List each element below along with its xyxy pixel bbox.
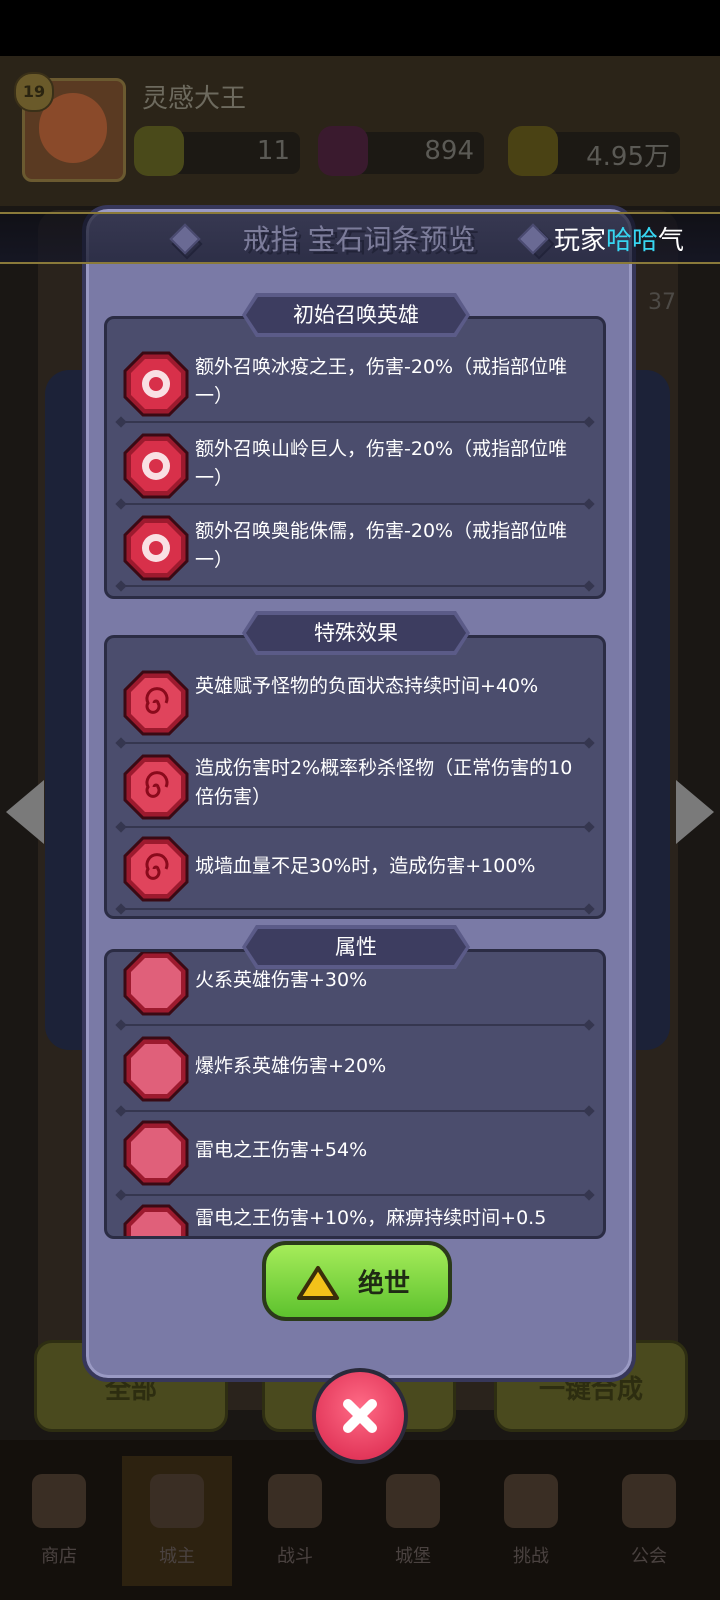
warning-triangle-icon <box>297 1266 339 1300</box>
section-attributes: 火系英雄伤害+30% 爆炸系英雄伤害+20% 雷电之王伤害+54% 雷电之王伤害… <box>104 949 606 1239</box>
nav-label: 战斗 <box>277 1546 313 1567</box>
section-title: 初始召唤英雄 <box>293 303 419 327</box>
nav-label: 公会 <box>631 1546 667 1567</box>
prev-arrow-icon[interactable] <box>6 780 44 844</box>
spiral-gem-icon <box>123 836 189 902</box>
item-text: 爆炸系英雄伤害+20% <box>195 1055 387 1077</box>
banner-highlight: 哈哈 <box>605 226 658 256</box>
modal-title-overlay: 戒指 宝石词条预览 <box>169 212 549 262</box>
list-item: 雷电之王伤害+54% <box>107 1112 603 1196</box>
resource-value: 4.95万 <box>586 142 670 172</box>
list-item: 雷电之王伤害+10%，麻痹持续时间+0.5 <box>107 1196 603 1236</box>
next-arrow-icon[interactable] <box>676 780 714 844</box>
level-badge: 19 <box>14 72 54 112</box>
castle-icon <box>386 1474 440 1528</box>
item-text: 额外召唤奥能侏儒，伤害-20%（戒指部位唯一） <box>195 520 568 571</box>
status-bar <box>0 0 720 56</box>
gold-coin-icon <box>508 126 558 176</box>
plain-gem-icon <box>123 1036 189 1102</box>
item-text: 城墙血量不足30%时，造成伤害+100% <box>195 855 536 877</box>
plain-gem-icon <box>123 1204 189 1236</box>
section-title: 属性 <box>335 935 377 959</box>
resource-coins: 4.95万 <box>508 126 680 176</box>
nav-shop[interactable]: 商店 <box>4 1456 114 1586</box>
green-gem-icon <box>134 126 184 176</box>
side-number: 37 <box>648 290 676 315</box>
rarity-button[interactable]: 绝世 <box>262 1241 452 1321</box>
player-header: 19 灵感大王 11 894 4.95万 <box>0 56 720 206</box>
purple-crystal-icon <box>318 126 368 176</box>
banner-text: 玩家哈哈气 <box>554 220 684 257</box>
shop-icon <box>32 1474 86 1528</box>
list-item: 额外召唤奥能侏儒，伤害-20%（戒指部位唯一） <box>107 505 603 587</box>
section-special-effects: 英雄赋予怪物的负面状态持续时间+40% 造成伤害时2%概率秒杀怪物（正常伤害的1… <box>104 635 606 919</box>
item-text: 额外召唤山岭巨人，伤害-20%（戒指部位唯一） <box>195 438 568 489</box>
summon-gem-icon <box>123 433 189 499</box>
summon-gem-icon <box>123 515 189 581</box>
section-header: 初始召唤英雄 <box>242 293 470 337</box>
divider <box>119 585 591 587</box>
resource-gems: 11 <box>134 126 300 176</box>
resource-value: 894 <box>424 136 474 166</box>
plain-gem-icon <box>123 1120 189 1186</box>
guild-icon <box>622 1474 676 1528</box>
list-item: 额外召唤山岭巨人，伤害-20%（戒指部位唯一） <box>107 423 603 505</box>
item-text: 雷电之王伤害+10%，麻痹持续时间+0.5 <box>195 1207 547 1229</box>
spiral-gem-icon <box>123 670 189 736</box>
section-header: 属性 <box>242 925 470 969</box>
spiral-gem-icon <box>123 754 189 820</box>
section-header: 特殊效果 <box>242 611 470 655</box>
list-item: 额外召唤冰疫之王，伤害-20%（戒指部位唯一） <box>107 341 603 423</box>
nav-label: 城主 <box>159 1546 195 1567</box>
divider <box>119 908 591 910</box>
item-text: 火系英雄伤害+30% <box>195 969 368 991</box>
nav-label: 商店 <box>41 1546 77 1567</box>
crown-icon <box>150 1474 204 1528</box>
summon-gem-icon <box>123 351 189 417</box>
banner-suffix: 气 <box>657 226 684 256</box>
sword-icon <box>268 1474 322 1528</box>
modal-title: 戒指 宝石词条预览 <box>242 223 476 256</box>
nav-challenge[interactable]: 挑战 <box>476 1456 586 1586</box>
item-text: 英雄赋予怪物的负面状态持续时间+40% <box>195 675 539 697</box>
challenge-icon <box>504 1474 558 1528</box>
list-item: 城墙血量不足30%时，造成伤害+100% <box>107 828 603 910</box>
section-title: 特殊效果 <box>314 621 398 645</box>
divider <box>119 1024 591 1026</box>
nav-castle[interactable]: 城堡 <box>358 1456 468 1586</box>
nav-battle[interactable]: 战斗 <box>240 1456 350 1586</box>
list-item: 英雄赋予怪物的负面状态持续时间+40% <box>107 660 603 744</box>
item-text: 造成伤害时2%概率秒杀怪物（正常伤害的10倍伤害） <box>195 757 573 808</box>
list-item: 爆炸系英雄伤害+20% <box>107 1028 603 1112</box>
rarity-button-label: 绝世 <box>358 1269 411 1299</box>
item-text: 额外召唤冰疫之王，伤害-20%（戒指部位唯一） <box>195 356 568 407</box>
banner-prefix: 玩家 <box>553 226 606 256</box>
resource-value: 11 <box>256 136 290 166</box>
player-name: 灵感大王 <box>142 84 247 114</box>
close-button[interactable] <box>312 1368 408 1464</box>
plain-gem-icon <box>123 952 189 1016</box>
resource-crystals: 894 <box>318 126 484 176</box>
nav-guild[interactable]: 公会 <box>594 1456 704 1586</box>
item-text: 雷电之王伤害+54% <box>195 1139 368 1161</box>
nav-label: 挑战 <box>513 1546 549 1567</box>
section-initial-summon: 额外召唤冰疫之王，伤害-20%（戒指部位唯一） 额外召唤山岭巨人，伤害-20%（… <box>104 316 606 599</box>
nav-lord[interactable]: 城主 <box>122 1456 232 1586</box>
bottom-nav: 商店 城主 战斗 城堡 挑战 公会 <box>0 1440 720 1600</box>
nav-label: 城堡 <box>395 1546 431 1567</box>
list-item: 造成伤害时2%概率秒杀怪物（正常伤害的10倍伤害） <box>107 744 603 828</box>
gem-preview-modal: 戒指 宝石词条预览 额外召唤冰疫之王，伤害-20%（戒指部位唯一） 额外召唤山岭… <box>82 205 636 1382</box>
